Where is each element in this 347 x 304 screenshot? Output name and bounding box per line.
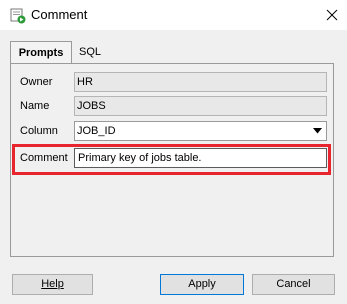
cancel-button[interactable]: Cancel [252, 274, 335, 295]
tab-sql[interactable]: SQL [79, 41, 109, 63]
close-icon [326, 9, 338, 21]
column-select[interactable]: JOB_ID [74, 121, 327, 141]
owner-label: Owner [20, 76, 53, 88]
help-button-label: Help [41, 278, 64, 290]
column-select-value: JOB_ID [77, 125, 116, 137]
window-title: Comment [31, 7, 88, 22]
title-bar: Comment [0, 0, 347, 30]
comment-label: Comment [20, 152, 68, 164]
help-button[interactable]: Help [12, 274, 93, 295]
owner-field: HR [74, 72, 327, 92]
apply-button[interactable]: Apply [160, 274, 244, 295]
name-label: Name [20, 100, 50, 112]
column-label: Column [20, 125, 58, 137]
name-field: JOBS [74, 96, 327, 116]
comment-app-icon [10, 8, 26, 24]
apply-button-label: Apply [188, 278, 216, 290]
cancel-button-label: Cancel [276, 278, 311, 290]
tab-prompts[interactable]: Prompts [10, 41, 72, 65]
chevron-down-icon [313, 128, 322, 134]
close-button[interactable] [317, 0, 347, 30]
comment-input[interactable]: Primary key of jobs table. [74, 148, 327, 168]
prompts-panel: Owner HR Name JOBS Column JOB_ID Comment… [10, 63, 334, 257]
